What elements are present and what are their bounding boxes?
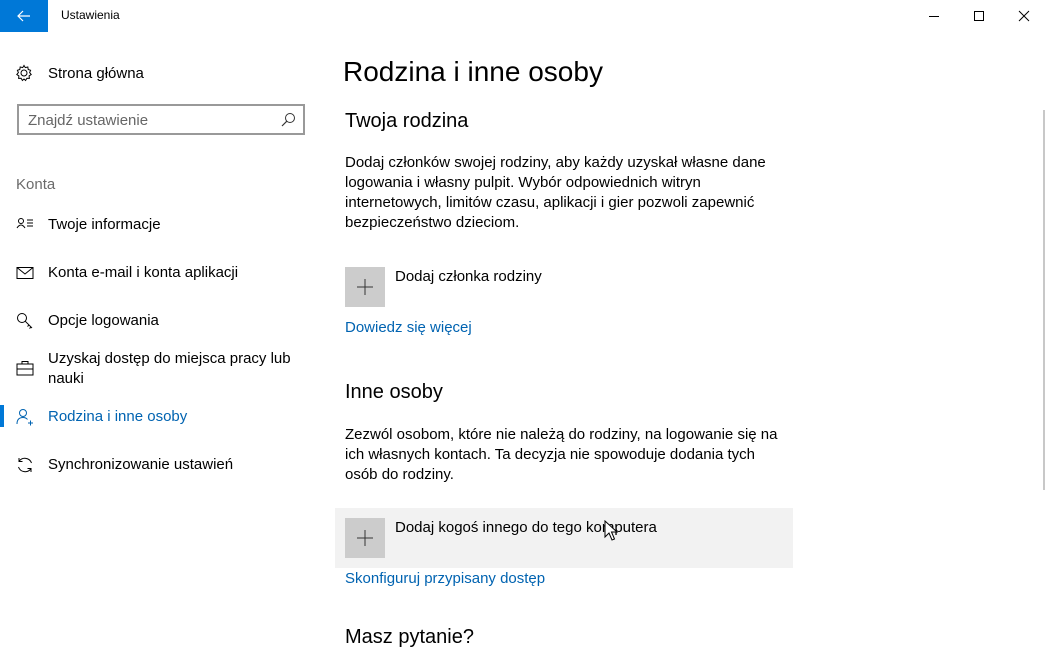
window-title: Ustawienia: [61, 8, 120, 22]
gear-icon: [16, 64, 32, 82]
close-icon: [1018, 10, 1030, 22]
minimize-button[interactable]: [911, 0, 957, 32]
sidebar-item-email-accounts[interactable]: Konta e-mail i konta aplikacji: [0, 253, 320, 293]
sidebar-item-family[interactable]: Rodzina i inne osoby: [0, 397, 320, 437]
plus-icon: [357, 530, 373, 546]
back-arrow-icon: [17, 10, 30, 22]
search-box[interactable]: [17, 104, 305, 135]
family-heading: Twoja rodzina: [345, 110, 469, 132]
family-description: Dodaj członków swojej rodziny, aby każdy…: [345, 154, 766, 231]
mail-icon: [16, 267, 34, 279]
minimize-icon: [929, 16, 939, 17]
section-label-accounts: Konta: [16, 176, 56, 193]
home-label: Strona główna: [48, 65, 144, 82]
plus-tile: [345, 267, 385, 307]
maximize-icon: [974, 11, 984, 21]
sidebar: Strona główna Konta Twoje informacje Kon…: [0, 32, 320, 648]
sidebar-item-work-access[interactable]: Uzyskaj dostęp do miejsca pracy lub nauk…: [0, 339, 320, 391]
main-content: Rodzina i inne osoby Twoja rodzina Dodaj…: [320, 32, 1040, 648]
search-icon[interactable]: [281, 112, 296, 127]
question-heading: Masz pytanie?: [345, 626, 474, 648]
person-add-icon: [16, 409, 33, 426]
back-button[interactable]: [0, 0, 48, 32]
home-nav-item[interactable]: Strona główna: [0, 58, 320, 88]
plus-tile: [345, 518, 385, 558]
sidebar-item-label: Opcje logowania: [48, 312, 159, 329]
sidebar-item-label: Konta e-mail i konta aplikacji: [48, 264, 239, 281]
sidebar-item-label: Uzyskaj dostęp do miejsca pracy lub nauk…: [48, 350, 291, 387]
sidebar-item-label: Twoje informacje: [48, 216, 161, 233]
plus-icon: [357, 279, 373, 295]
scrollbar[interactable]: [1043, 110, 1045, 490]
other-people-heading: Inne osoby: [345, 381, 443, 403]
active-indicator: [0, 405, 4, 427]
page-title: Rodzina i inne osoby: [343, 56, 603, 87]
briefcase-icon: [16, 361, 34, 376]
assigned-access-link[interactable]: Skonfiguruj przypisany dostęp: [345, 570, 545, 587]
key-icon: [17, 313, 33, 329]
add-family-member-button[interactable]: Dodaj członka rodziny: [335, 257, 793, 317]
sync-icon: [18, 457, 32, 473]
person-card-icon: [16, 218, 33, 229]
add-family-member-label: Dodaj członka rodziny: [395, 268, 542, 285]
maximize-button[interactable]: [956, 0, 1002, 32]
search-input[interactable]: [28, 110, 268, 130]
close-button[interactable]: [1001, 0, 1047, 32]
sidebar-item-sync-settings[interactable]: Synchronizowanie ustawień: [0, 445, 320, 485]
add-other-user-button[interactable]: Dodaj kogoś innego do tego komputera: [335, 508, 793, 568]
mouse-cursor-icon: [604, 520, 618, 541]
other-people-description: Zezwól osobom, które nie należą do rodzi…: [345, 426, 778, 483]
sidebar-item-sign-in-options[interactable]: Opcje logowania: [0, 301, 320, 341]
sidebar-item-your-info[interactable]: Twoje informacje: [0, 205, 320, 245]
sidebar-item-label: Rodzina i inne osoby: [48, 408, 188, 425]
learn-more-link[interactable]: Dowiedz się więcej: [345, 319, 472, 336]
sidebar-item-label: Synchronizowanie ustawień: [48, 456, 234, 473]
title-bar: Ustawienia: [0, 0, 1048, 32]
